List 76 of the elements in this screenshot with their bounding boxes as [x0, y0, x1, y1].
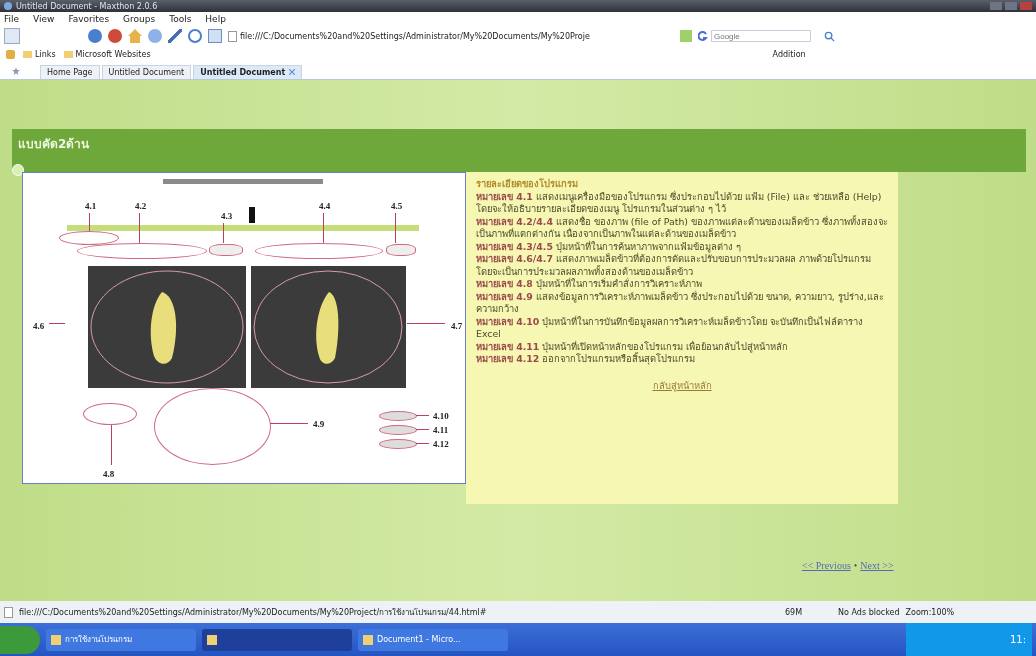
cursor-mark: [249, 207, 255, 223]
window-icon[interactable]: [208, 29, 222, 43]
new-page-icon[interactable]: [4, 28, 20, 44]
menu-item[interactable]: File: [4, 14, 20, 24]
details-paragraph: หมายเลข 4.10 ปุ่มหน้าที่ในการบันทึกข้อมูลผลการวิเคราะห์เมล็ดข้าวโดย จะบันทึกเป็นไฟล์ตาราง Excel: [476, 315, 865, 341]
window-title: Untitled Document - Maxthon 2.0.6: [16, 1, 159, 11]
search-field[interactable]: Google: [711, 30, 811, 42]
previous-link[interactable]: << Previous: [802, 560, 851, 571]
callout-number: 4.3: [221, 211, 233, 221]
leader-line: [395, 213, 396, 243]
details-paragraph: หมายเลข 4.1 แสดงเมนูเครื่องมือของโปรแกรม ซึ่งประกอบไปด้วย แฟ้ม (File) และ ช่วยเหลือ (Help) โดยจะให้อธิบายรายละเอียดของเมนู โปรแกรมในส่วนต่าง ๆ ไว้: [476, 190, 883, 215]
leader-line: [416, 443, 429, 444]
details-paragraph: หมายเลข 4.6/4.7 แสดงภาพเมล็ดข้าวที่ต้องการตัดและปรับขอบการประมวลผล ภาพด้วยโปรแกรม โดยจะเป็นการประมวลผลภาพทั้งสองด้านของเมล็ดข้าว: [476, 253, 872, 278]
search-engine-icon[interactable]: [698, 31, 708, 41]
favorites-icon: [6, 49, 15, 59]
ads-status: No Ads blocked: [838, 607, 900, 617]
callout-number: 4.2: [135, 201, 147, 211]
browser-tab[interactable]: Home Page: [40, 65, 100, 79]
menu-item[interactable]: Groups: [123, 14, 156, 24]
home-button-ring: [379, 425, 417, 435]
zoom-level: Zoom:100%: [905, 607, 955, 617]
search-icon[interactable]: [824, 30, 835, 42]
callout-number: 4.11: [433, 425, 449, 435]
leader-line: [89, 213, 90, 231]
status-url: file:///C:/Documents%20and%20Settings/Administrator/My%20Documents/My%20Project/การใช้งานโปรแกรม/44.html#: [19, 606, 488, 619]
leader-line: [270, 423, 308, 424]
home-icon[interactable]: [128, 29, 142, 43]
star-icon[interactable]: [12, 67, 20, 75]
links-menu[interactable]: Microsoft Websites: [63, 49, 151, 59]
back-to-home-link[interactable]: กลับสู่หน้าหลัก: [476, 379, 888, 392]
save-button-ring: [379, 411, 417, 421]
menu-item[interactable]: Tools: [169, 14, 192, 24]
details-paragraph: หมายเลข 4.3/4.5 ปุ่มหน้าที่ในการค้นหาภาพจากแฟ้มข้อมูลต่าง ๆ: [476, 240, 742, 253]
callout-number: 4.12: [433, 439, 449, 449]
callout-number: 4.5: [391, 201, 403, 211]
callout-number: 4.10: [433, 411, 449, 421]
taskbar-button[interactable]: การใช้งานโปรแกรม: [46, 628, 196, 651]
leader-line: [416, 415, 429, 416]
details-paragraph: หมายเลข 4.9 แสดงข้อมูลการวิเคราะห์ภาพเมล็ดข้าว ซึ่งประกอบไปด้วย ขนาด, ความยาว, รูปร่าง,และความกว้าง: [476, 290, 885, 316]
addition-label: Addition: [772, 49, 806, 59]
callout-number: 4.8: [103, 469, 115, 479]
menu-item[interactable]: Favorites: [68, 14, 110, 24]
leader-line: [111, 425, 112, 465]
details-paragraph: หมายเลข 4.11 ปุ่มหน้าที่เปิดหน้าหลักของโปรแกรม เพื่อย้อนกลับไปสู่หน้าหลัก: [476, 340, 790, 353]
browser-tab[interactable]: Untitled Document: [101, 65, 192, 79]
close-tab-icon[interactable]: [289, 69, 296, 75]
browser-tab[interactable]: Untitled Document: [193, 65, 303, 79]
links-menu[interactable]: Links: [23, 49, 56, 59]
leader-line: [407, 323, 445, 324]
taskbar-button[interactable]: Document1 - Micro...: [358, 628, 508, 651]
address-field[interactable]: file:///C:/Documents%20and%20Settings/Administrator/My%20Documents/My%20Proje: [228, 29, 674, 43]
leader-line: [139, 213, 140, 243]
menu-item[interactable]: Help: [205, 14, 226, 24]
start-button[interactable]: [0, 625, 40, 654]
page-heading: แบบคัด2ด้าน: [18, 136, 90, 153]
details-paragraph: หมายเลข 4.8 ปุ่มหน้าที่ในการเริ่มคำสั่งการวิเคราะห์ภาพ: [476, 278, 703, 291]
details-paragraph: หมายเลข 4.12 ออกจากโปรแกรมหรือสิ้นสุดโปรแกรม: [476, 353, 696, 366]
callout-number: 4.7: [451, 321, 463, 331]
separator-dot: •: [853, 560, 858, 571]
callout-number: 4.1: [85, 201, 97, 211]
menu-item[interactable]: View: [33, 14, 55, 24]
clock: 11:: [1009, 634, 1026, 645]
leader-line: [223, 223, 224, 243]
leader-line: [416, 429, 429, 430]
memory-usage: 69M: [785, 607, 803, 617]
details-paragraph: หมายเลข 4.2/4.4 แสดงชื่อ ของภาพ (file of Path) ของภาพแต่ละด้านของเมล็ดข้าว ซึ่งภาพทั้งสองจะเป็นภาพที่แตกต่างกัน เนื่องจากเป็นภาพในแต่ละด้านของเมล็ดข้าว: [476, 215, 888, 241]
next-link[interactable]: Next >>: [860, 560, 894, 571]
leader-line: [49, 323, 65, 324]
callout-number: 4.6: [33, 321, 45, 331]
leader-line: [323, 213, 324, 243]
callout-number: 4.4: [319, 201, 331, 211]
callout-number: 4.9: [313, 419, 325, 429]
details-title: รายละเอียดของโปรแกรม: [476, 178, 579, 191]
taskbar-button[interactable]: [202, 628, 352, 651]
exit-button-ring: [379, 439, 417, 449]
browser-icon: [4, 2, 12, 10]
